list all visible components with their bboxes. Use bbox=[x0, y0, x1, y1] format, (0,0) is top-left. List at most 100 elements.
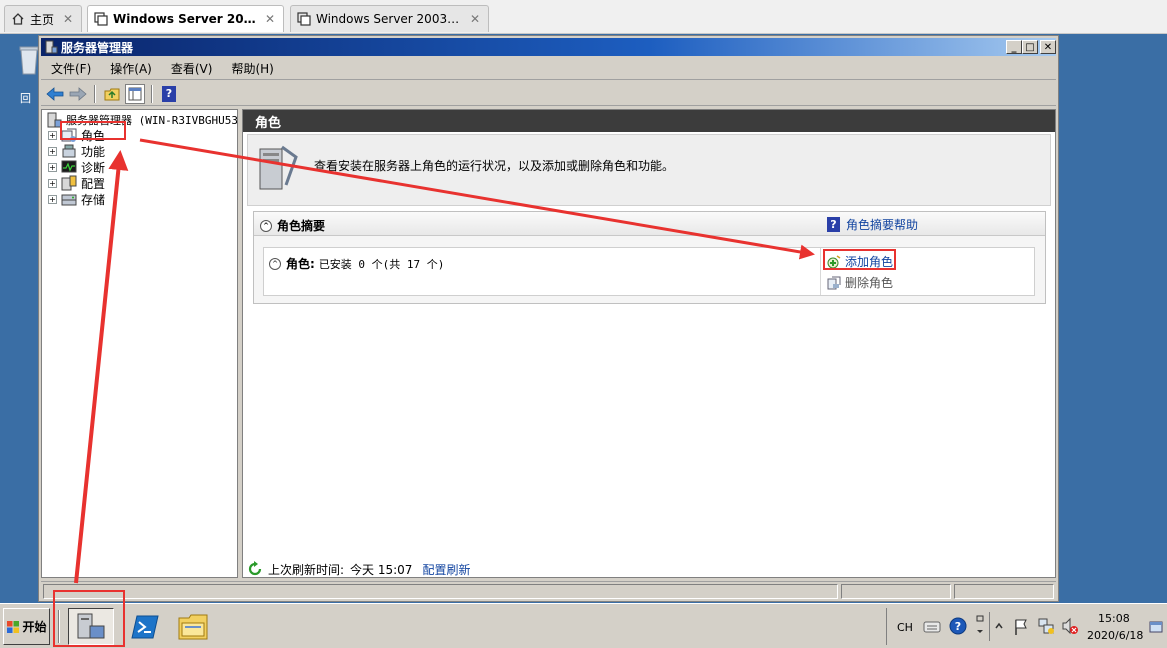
tree-item-diagnostics-label: 诊断 bbox=[81, 160, 106, 175]
roles-status-box: ^ 角色: 已安装 0 个(共 17 个) 添加角色 删除角色 bbox=[263, 247, 1035, 296]
collapse-icon[interactable]: ^ bbox=[269, 257, 281, 270]
window-titlebar[interactable]: 服务器管理器 _ □ ✕ bbox=[41, 38, 1056, 56]
tree-item-features-label: 功能 bbox=[81, 144, 106, 159]
show-hide-tree-button[interactable] bbox=[125, 83, 145, 104]
roles-pane-header: 角色 bbox=[243, 110, 1055, 132]
diagnostics-icon bbox=[61, 160, 77, 173]
minimize-button[interactable]: _ bbox=[1006, 40, 1022, 54]
recycle-bin-label: 回 bbox=[20, 92, 31, 105]
start-button[interactable]: 开始 bbox=[3, 608, 50, 645]
tree-item-storage[interactable]: + 存储 bbox=[48, 191, 105, 207]
last-refresh-label: 上次刷新时间: bbox=[268, 562, 345, 577]
system-tray: CH ? 15:08 2020/6/18 bbox=[886, 608, 1166, 645]
expand-icon[interactable]: + bbox=[48, 178, 57, 188]
server-manager-icon bbox=[45, 40, 58, 54]
remove-roles-link[interactable]: 删除角色 bbox=[827, 274, 893, 291]
vm-icon bbox=[94, 12, 108, 26]
roles-intro-panel: 查看安装在服务器上角色的运行状况，以及添加或删除角色和功能。 bbox=[247, 134, 1051, 206]
roles-summary-help-label: 角色摘要帮助 bbox=[846, 218, 919, 232]
expand-icon[interactable]: + bbox=[48, 146, 57, 156]
maximize-button[interactable]: □ bbox=[1022, 40, 1038, 54]
input-language[interactable]: CH bbox=[897, 621, 913, 634]
collapse-icon[interactable]: ^ bbox=[260, 219, 272, 232]
menu-action[interactable]: 操作(A) bbox=[100, 60, 161, 77]
taskbar-powershell[interactable] bbox=[122, 608, 168, 645]
tab-windows-server-2008-label: Windows Server 2008 R2 ... bbox=[113, 12, 257, 26]
keyboard-icon[interactable] bbox=[923, 618, 941, 634]
features-icon bbox=[62, 144, 76, 158]
browser-tab-strip: 主页 ✕ Windows Server 2008 R2 ... ✕ Window… bbox=[0, 0, 1167, 34]
tab-home-close-icon[interactable]: ✕ bbox=[61, 12, 75, 26]
tree-item-configuration-label: 配置 bbox=[81, 176, 106, 191]
help-icon: ? bbox=[827, 217, 840, 232]
language-bar-options-icon[interactable] bbox=[975, 614, 985, 638]
roles-pane: 角色 查看安装在服务器上角色的运行状况，以及添加或删除角色和功能。 ^ 角色摘要… bbox=[242, 109, 1056, 578]
tree-item-configuration[interactable]: + 配置 bbox=[48, 175, 105, 191]
forward-button[interactable] bbox=[68, 84, 88, 104]
tab-windows-server-2008[interactable]: Windows Server 2008 R2 ... ✕ bbox=[87, 5, 284, 32]
tab-home[interactable]: 主页 ✕ bbox=[4, 5, 82, 32]
tab-windows-server-2008-close-icon[interactable]: ✕ bbox=[263, 12, 277, 26]
svg-text:?: ? bbox=[955, 620, 961, 633]
close-button[interactable]: ✕ bbox=[1040, 40, 1056, 54]
start-label: 开始 bbox=[22, 620, 47, 634]
configure-refresh-link[interactable]: 配置刷新 bbox=[422, 561, 470, 578]
powershell-icon bbox=[131, 615, 159, 638]
menu-file[interactable]: 文件(F) bbox=[41, 60, 100, 77]
tray-separator bbox=[989, 612, 990, 641]
volume-muted-icon[interactable] bbox=[1061, 617, 1079, 635]
back-arrow-icon bbox=[46, 86, 64, 101]
toolbar: ? bbox=[41, 82, 1056, 106]
remove-roles-label: 删除角色 bbox=[845, 276, 894, 290]
tab-windows-server-2003-close-icon[interactable]: ✕ bbox=[468, 12, 482, 26]
menu-view[interactable]: 查看(V) bbox=[161, 60, 222, 77]
tree-item-diagnostics[interactable]: + 诊断 bbox=[48, 159, 105, 175]
help-circle-icon[interactable]: ? bbox=[949, 617, 967, 635]
menu-bar: 文件(F) 操作(A) 查看(V) 帮助(H) bbox=[41, 58, 1056, 80]
taskbar-explorer[interactable] bbox=[170, 608, 216, 645]
expand-icon[interactable]: + bbox=[48, 194, 57, 204]
window-status-bar bbox=[41, 581, 1056, 600]
recycle-bin-icon[interactable] bbox=[18, 44, 40, 76]
roles-summary-header: ^ 角色摘要 ? 角色摘要帮助 bbox=[254, 212, 1045, 236]
clock-date[interactable]: 2020/6/18 bbox=[1087, 629, 1143, 642]
back-button[interactable] bbox=[45, 84, 65, 104]
home-icon bbox=[12, 13, 24, 25]
toolbar-separator bbox=[151, 84, 153, 103]
tree-item-features[interactable]: + 功能 bbox=[48, 143, 105, 159]
server-roles-icon bbox=[259, 145, 298, 190]
annotation-box-add-roles bbox=[823, 249, 896, 270]
show-hidden-icons-icon[interactable] bbox=[995, 622, 1003, 630]
refresh-icon[interactable] bbox=[247, 561, 263, 577]
configuration-icon bbox=[61, 175, 77, 191]
expand-icon[interactable]: + bbox=[48, 130, 57, 140]
roles-summary-title-row[interactable]: ^ 角色摘要 bbox=[260, 217, 325, 234]
vm-icon bbox=[297, 12, 311, 26]
roles-label: 角色: bbox=[286, 257, 315, 271]
tree-item-storage-label: 存储 bbox=[81, 192, 106, 207]
console-tree: 服务器管理器 (WIN-R3IVBGHU53 + 角色 + 功能 + 诊断 + … bbox=[41, 109, 238, 578]
toolbar-separator bbox=[94, 84, 96, 103]
clock-time[interactable]: 15:08 bbox=[1098, 612, 1130, 625]
windows-logo-icon bbox=[7, 620, 20, 633]
roles-summary-help-link[interactable]: ? 角色摘要帮助 bbox=[827, 216, 918, 233]
status-cell bbox=[841, 584, 951, 599]
show-desktop-icon[interactable] bbox=[1149, 621, 1163, 635]
refresh-status-row: 上次刷新时间: 今天 15:07 配置刷新 bbox=[242, 559, 1056, 579]
menu-help[interactable]: 帮助(H) bbox=[221, 60, 282, 77]
network-icon[interactable] bbox=[1037, 617, 1055, 635]
forward-arrow-icon bbox=[69, 86, 87, 101]
annotation-box-taskbar-server-manager bbox=[53, 590, 125, 647]
status-cell bbox=[954, 584, 1054, 599]
storage-icon bbox=[61, 194, 77, 206]
annotation-box-roles bbox=[60, 121, 126, 140]
expand-icon[interactable]: + bbox=[48, 162, 57, 172]
up-folder-button[interactable] bbox=[102, 84, 122, 104]
tab-windows-server-2003[interactable]: Windows Server 2003 Enterpr... ✕ bbox=[290, 5, 489, 32]
help-icon: ? bbox=[162, 85, 176, 102]
up-folder-icon bbox=[104, 88, 120, 100]
remove-roles-icon bbox=[827, 276, 841, 289]
roles-summary-section: ^ 角色摘要 ? 角色摘要帮助 ^ 角色: 已安装 0 个(共 17 个) 添加… bbox=[253, 211, 1046, 304]
action-center-flag-icon[interactable] bbox=[1013, 618, 1029, 636]
help-button[interactable]: ? bbox=[159, 84, 179, 104]
